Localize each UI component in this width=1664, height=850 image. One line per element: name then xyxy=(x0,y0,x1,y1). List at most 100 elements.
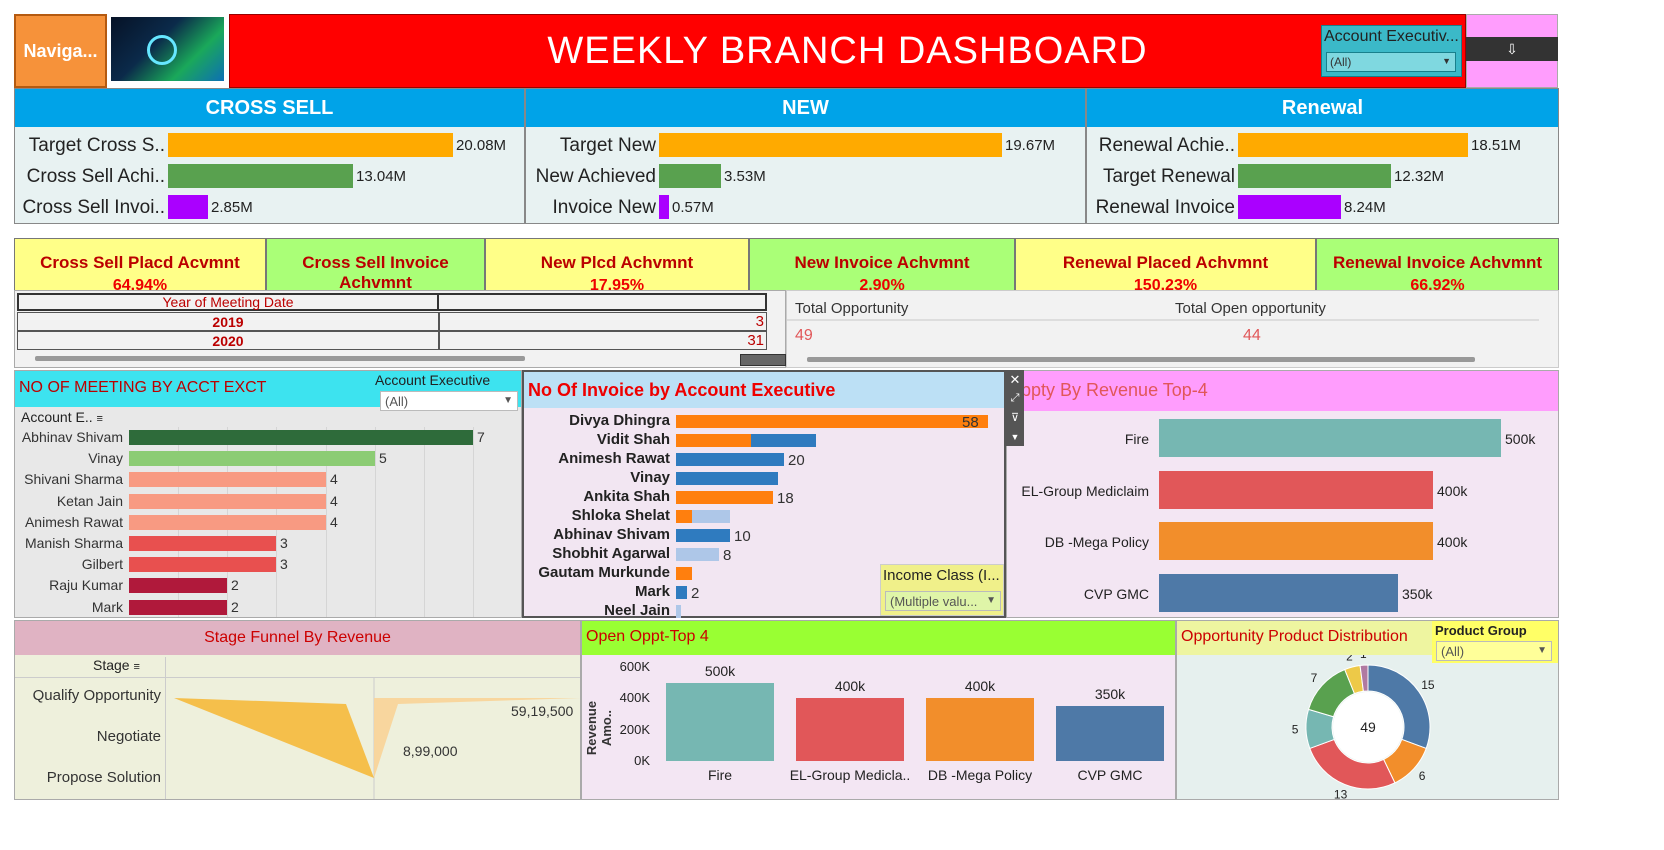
section-title: Renewal xyxy=(1281,96,1364,119)
invoice-bar-segment[interactable] xyxy=(676,567,692,580)
chevron-down-icon: ▼ xyxy=(986,595,996,606)
invoice-category-label: Mark xyxy=(634,583,670,600)
meeting-category-label: Mark xyxy=(91,598,123,615)
year-count-cell: 31 xyxy=(439,331,767,350)
meeting-category-label: Ketan Jain xyxy=(56,492,123,509)
invoice-bar-segment[interactable] xyxy=(676,453,784,466)
invoice-category-label: Gautam Murkunde xyxy=(538,564,670,581)
metric-value: 12.32M xyxy=(1394,168,1445,185)
metric-value: 20.08M xyxy=(456,137,507,154)
oppty-bar[interactable] xyxy=(1159,470,1433,509)
meeting-bar[interactable] xyxy=(129,536,276,551)
resize-handle[interactable] xyxy=(740,354,786,366)
metric-value: 2.85M xyxy=(211,199,253,216)
open-oppt-bar[interactable] xyxy=(796,698,904,761)
meeting-value-label: 4 xyxy=(330,492,338,509)
invoice-bar-segment[interactable] xyxy=(751,434,816,447)
sort-icon[interactable]: ≡ xyxy=(133,661,139,673)
invoice-bar-segment[interactable] xyxy=(692,510,730,523)
open-oppt-bar[interactable] xyxy=(666,683,774,761)
donut-slice-label: 7 xyxy=(1311,671,1318,685)
y-tick-label: 400K xyxy=(619,690,650,706)
sort-icon[interactable]: ≡ xyxy=(96,413,102,425)
metric-label: Target Renewal xyxy=(1102,166,1235,187)
invoice-category-label: Ankita Shah xyxy=(583,488,670,505)
meeting-value-label: 4 xyxy=(330,513,338,530)
account-executive-select[interactable]: (All) ▼ xyxy=(1326,52,1456,72)
account-executive-select[interactable]: (All) ▼ xyxy=(380,391,518,411)
invoice-value-label: 8 xyxy=(723,547,732,564)
metric-value: 0.57M xyxy=(672,199,714,216)
metric-bar xyxy=(1238,195,1341,219)
invoice-title: No Of Invoice by Account Executive xyxy=(528,380,836,400)
chevron-down-icon: ▼ xyxy=(1537,645,1547,656)
section-title-bar: NEW xyxy=(526,89,1085,127)
invoice-category-label: Neel Jain xyxy=(604,602,670,619)
invoice-value-label: 18 xyxy=(777,490,794,507)
total-opportunity-label: Total Opportunity xyxy=(795,300,909,317)
oppty-bar[interactable] xyxy=(1159,522,1433,560)
income-class-select[interactable]: (Multiple valu... ▼ xyxy=(885,591,1001,611)
invoice-category-label: Shloka Shelat xyxy=(571,507,670,524)
product-distribution-title: Opportunity Product Distribution xyxy=(1181,628,1408,645)
metric-value: 8.24M xyxy=(1344,199,1386,216)
meeting-bar[interactable] xyxy=(129,451,375,467)
invoice-value-label: 10 xyxy=(734,528,751,545)
account-executive-filter[interactable]: Account Executiv... (All) ▼ xyxy=(1321,25,1462,77)
invoice-bar-segment[interactable] xyxy=(676,548,719,561)
invoice-bar-segment[interactable] xyxy=(676,510,692,523)
invoice-category-label: Abhinav Shivam xyxy=(553,526,670,543)
meeting-category-label: Raju Kumar xyxy=(49,577,123,594)
metric-bar xyxy=(168,195,208,219)
donut-chart: 15 6 13 5 7 2 1 49 xyxy=(1292,655,1435,801)
meeting-value-label: 5 xyxy=(379,450,387,467)
invoice-bar-segment[interactable] xyxy=(676,586,687,599)
download-button[interactable]: ⇩ xyxy=(1466,37,1558,61)
invoice-bar-segment[interactable] xyxy=(676,605,681,618)
funnel-stage-label: Propose Solution xyxy=(46,769,161,786)
more-options-icon[interactable]: ▼ xyxy=(1006,427,1024,446)
meeting-bar[interactable] xyxy=(129,514,326,530)
gridline xyxy=(473,427,474,617)
meeting-bar[interactable] xyxy=(129,599,227,615)
close-icon[interactable]: ✕ xyxy=(1006,370,1024,389)
horizontal-scrollbar[interactable] xyxy=(807,357,1475,362)
funnel-shape-left xyxy=(174,698,374,778)
metric-label: Target New xyxy=(559,135,656,156)
invoice-bar-segment[interactable] xyxy=(676,415,988,428)
kpi-title: New Invoice Achvmnt xyxy=(794,253,970,272)
invoice-value-label: 58 xyxy=(962,414,979,431)
invoice-category-label: Vinay xyxy=(630,469,670,486)
filter-icon[interactable]: ⊽ xyxy=(1006,408,1024,427)
invoice-bar-segment[interactable] xyxy=(676,529,730,542)
invoice-category-label: Animesh Rawat xyxy=(558,450,670,467)
metric-label: Renewal Achie.. xyxy=(1098,135,1235,156)
metric-value: 13.04M xyxy=(356,168,407,185)
y-tick-label: 0K xyxy=(634,753,650,768)
account-executive-filter-label: Account Executive xyxy=(375,372,491,388)
open-oppt-category-label: EL-Group Medicla.. xyxy=(789,767,911,783)
open-oppt-bar[interactable] xyxy=(1056,706,1164,761)
meeting-bar[interactable] xyxy=(129,430,473,445)
metric-bar xyxy=(168,133,453,157)
oppty-bar[interactable] xyxy=(1159,573,1398,612)
horizontal-scrollbar[interactable] xyxy=(35,356,525,361)
meeting-bar[interactable] xyxy=(129,472,326,488)
expand-icon[interactable]: ⤢ xyxy=(1006,389,1024,408)
invoice-bar-segment[interactable] xyxy=(676,491,773,504)
total-opportunity-value: 49 xyxy=(795,327,813,344)
total-open-opportunity-label: Total Open opportunity xyxy=(1175,300,1326,317)
meeting-bar[interactable] xyxy=(129,578,227,594)
invoice-bar-segment[interactable] xyxy=(676,472,778,485)
open-oppt-bar[interactable] xyxy=(926,698,1034,761)
invoice-bar-segment[interactable] xyxy=(676,434,751,447)
meeting-bar[interactable] xyxy=(129,557,276,573)
meeting-bar[interactable] xyxy=(129,493,326,509)
navigation-button[interactable]: Naviga... xyxy=(14,14,107,88)
income-class-filter[interactable]: Income Class (I... (Multiple valu... ▼ xyxy=(880,564,1004,616)
meeting-year-table: Year of Meeting Date 2019 3 2020 31 xyxy=(14,290,786,368)
year-count-cell: 3 xyxy=(439,312,767,331)
oppty-bar[interactable] xyxy=(1159,419,1501,457)
section-title: NEW xyxy=(782,96,829,119)
funnel-column-header: Stage ≡ xyxy=(93,657,140,673)
